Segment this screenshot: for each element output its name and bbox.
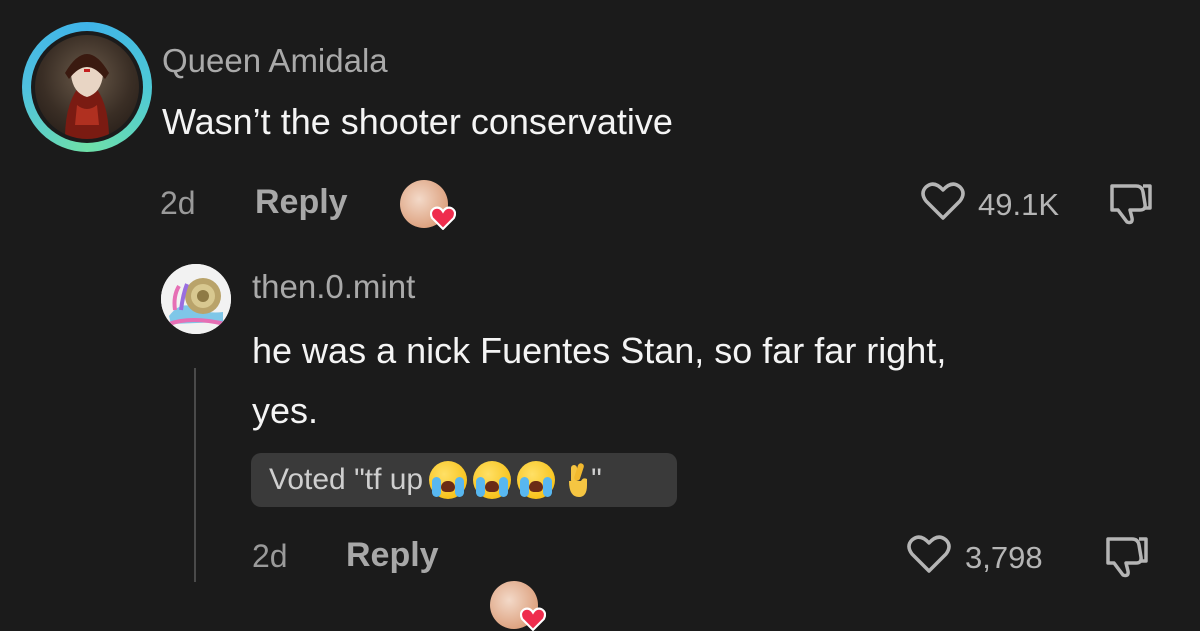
vote-text: Voted "tf up — [269, 463, 424, 496]
heart-outline-icon[interactable] — [906, 533, 952, 575]
creator-liked-sticker — [400, 180, 456, 230]
snail-icon — [161, 264, 231, 334]
reply-age: 2d — [252, 538, 288, 574]
comment-like-count: 49.1K — [978, 187, 1060, 222]
creator-liked-sticker — [490, 581, 546, 631]
avatar-image — [35, 35, 139, 139]
thread-line — [194, 368, 196, 582]
thumbs-down-icon[interactable] — [1102, 533, 1152, 579]
comment-text: Wasn’t the shooter conservative — [162, 101, 673, 142]
crying-face-emoji-icon — [473, 461, 512, 499]
reply-avatar[interactable] — [161, 264, 231, 334]
crying-face-emoji-icon — [429, 461, 468, 499]
commenter-avatar[interactable] — [22, 22, 152, 152]
heart-badge-icon — [430, 206, 456, 230]
crossed-fingers-emoji-icon — [569, 463, 588, 497]
comment-reply-button[interactable]: Reply — [255, 183, 348, 222]
reply-reply-button[interactable]: Reply — [346, 536, 439, 575]
reply-username[interactable]: then.0.mint — [252, 268, 415, 306]
reply-text-line-1: he was a nick Fuentes Stan, so far far r… — [252, 330, 947, 371]
comment-username[interactable]: Queen Amidala — [162, 42, 388, 80]
thumbs-down-icon[interactable] — [1106, 180, 1156, 226]
heart-badge-icon — [520, 607, 546, 631]
reply-like-count: 3,798 — [965, 540, 1043, 575]
crying-face-emoji-icon — [517, 461, 556, 499]
comment-age: 2d — [160, 185, 196, 221]
heart-outline-icon[interactable] — [920, 180, 966, 222]
vote-text-end: " — [591, 463, 602, 496]
vote-badge: Voted "tf up " — [251, 453, 677, 507]
reply-text-line-2: yes. — [252, 390, 319, 431]
